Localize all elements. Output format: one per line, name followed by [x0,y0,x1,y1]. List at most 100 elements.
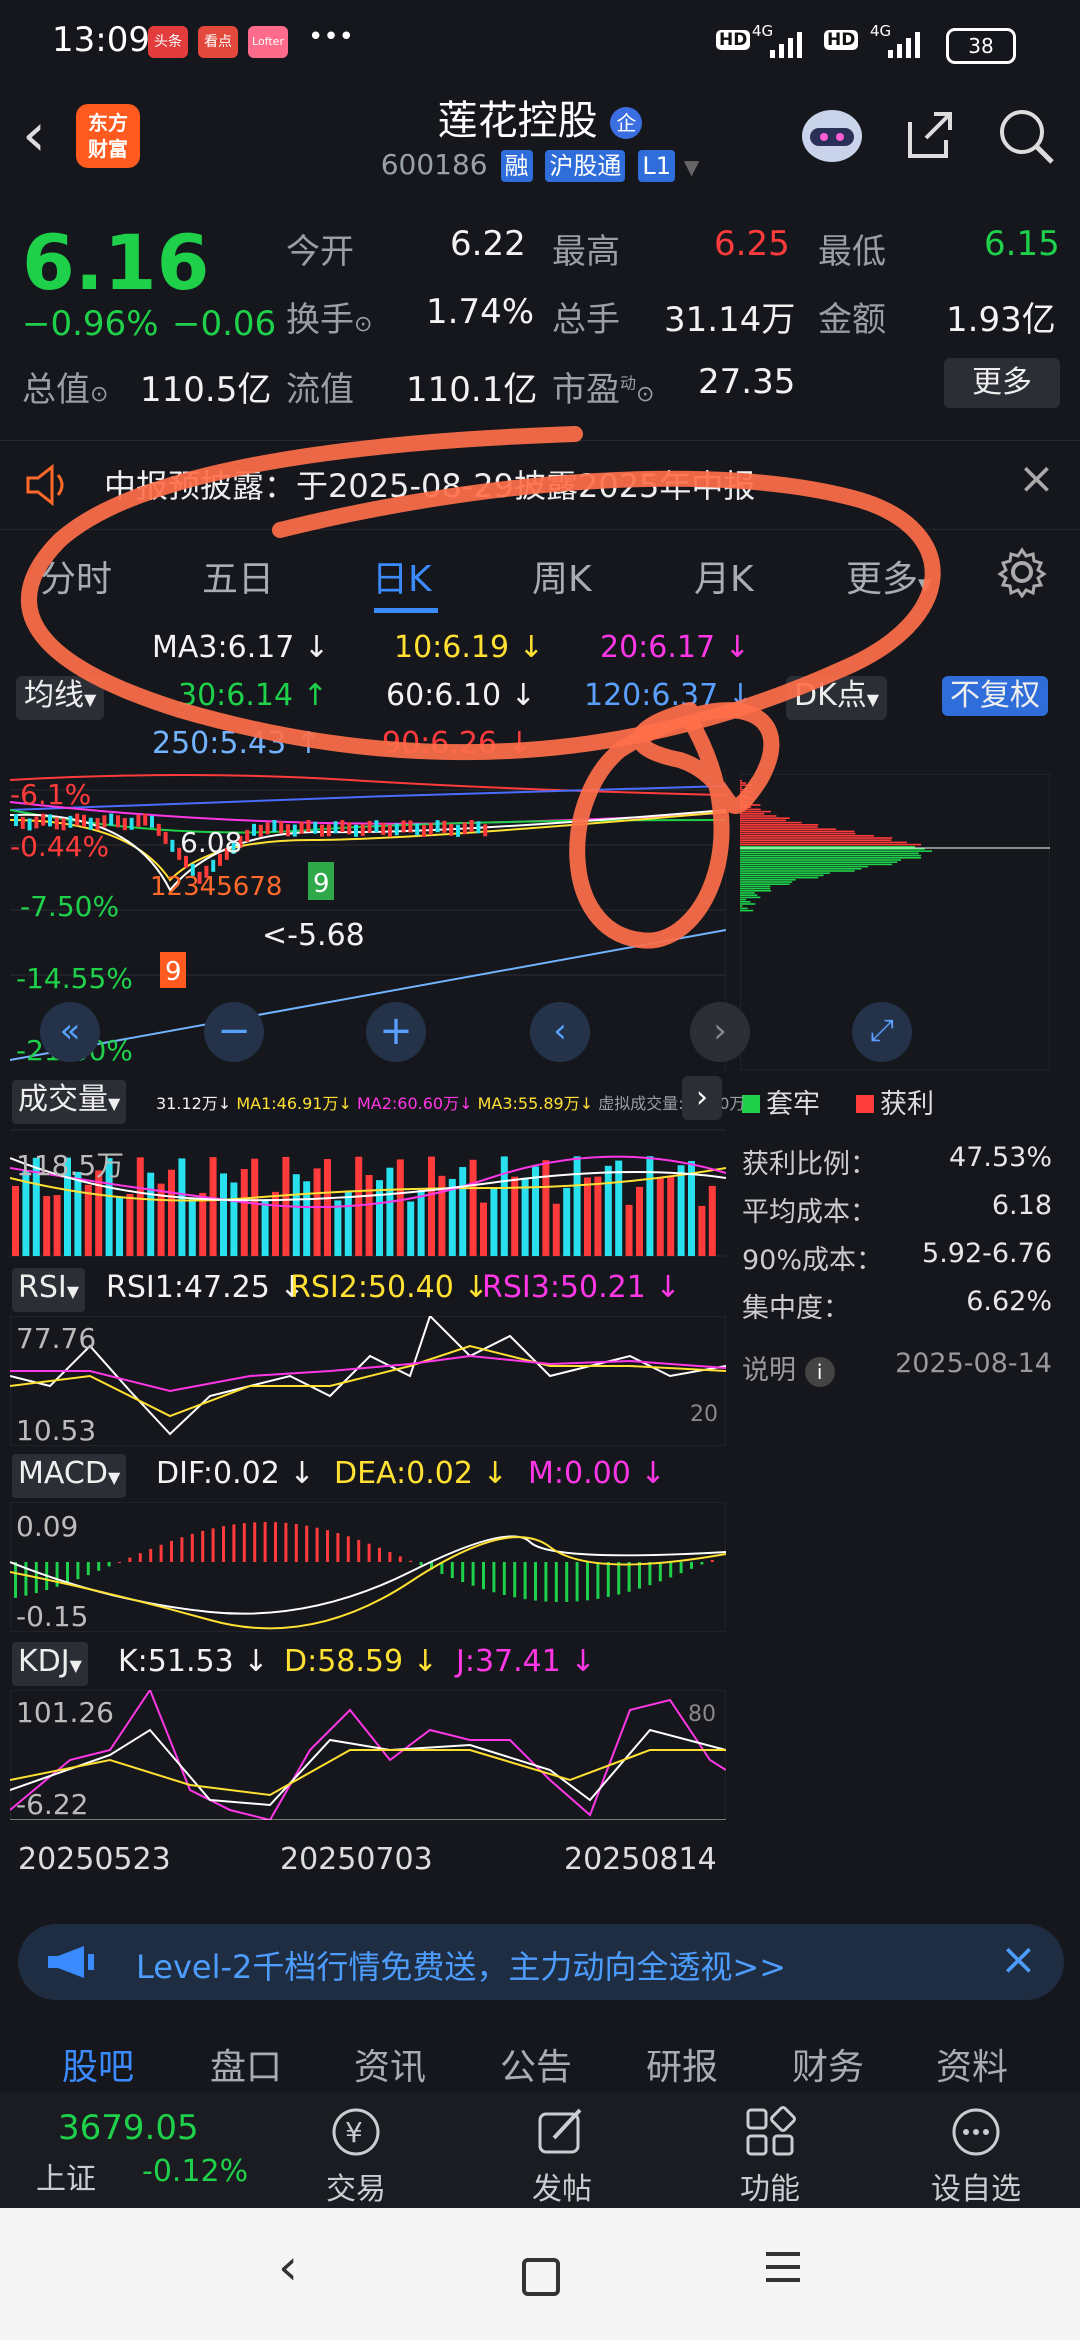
volume-bar [116,1197,123,1256]
macd-bar [76,1562,80,1580]
rsi-indicator-selector[interactable]: RSI▼ [12,1268,86,1312]
macd-bar [700,1562,704,1565]
macd-bar [232,1524,236,1562]
more-button[interactable]: 更多 [944,358,1060,408]
open-value: 6.22 [450,224,526,264]
volume-bar [251,1158,259,1256]
system-nav-bar: ‹ [0,2208,1080,2340]
tab-news[interactable]: 资讯 [354,2038,426,2090]
kdj-axis-right: 80 [688,1702,716,1727]
mktcap-label[interactable]: 总值⊙ [22,362,108,411]
volume-bar [594,1176,602,1256]
macd-bar [97,1562,101,1571]
app-notification-icon: 头条 [148,26,188,58]
turnover-label[interactable]: 换手⊙ [286,292,372,341]
volume-bar [584,1177,591,1256]
index-name[interactable]: 上证 [36,2154,96,2198]
volume-bar [615,1160,623,1256]
zoom-out-icon[interactable]: − [204,1002,264,1062]
change-amount: −0.06 [172,304,277,344]
volume-bar [344,1190,352,1256]
nav-back-icon[interactable]: ‹ [278,2238,298,2296]
macd-bar [315,1527,319,1562]
kdj-axis-bottom: -6.22 [16,1788,89,1821]
volume-bar [625,1204,633,1256]
tab-finance[interactable]: 财务 [792,2038,864,2090]
close-ad-icon[interactable]: × [1000,1934,1037,1985]
volume-indicator-selector[interactable]: 成交量▼ [12,1080,127,1124]
macd-axis-bottom: -0.15 [16,1600,89,1633]
volume-bar [386,1167,394,1256]
volume-bar [459,1167,467,1256]
stock-code: 600186 [380,148,488,181]
tab-orderbook[interactable]: 盘口 [210,2038,282,2090]
search-icon[interactable] [994,104,1058,168]
post-edit-icon[interactable] [532,2102,592,2162]
level-tag: L1 [638,150,675,182]
volume-label: 总手 [552,300,620,340]
index-change[interactable]: -0.12% [142,2154,248,2189]
volume-bar [428,1156,435,1256]
volume-bar [552,1203,560,1256]
nav-menu-icon[interactable] [766,2252,800,2282]
macd-bar [253,1522,257,1562]
zoom-in-icon[interactable]: + [366,1002,426,1062]
share-icon[interactable] [900,104,960,164]
macd-bar [346,1536,350,1562]
add-watchlist-icon[interactable] [946,2102,1006,2162]
rsi-chart [10,1316,726,1446]
macd-bar [242,1523,246,1562]
rsi-axis-right: 20 [690,1402,718,1427]
index-value[interactable]: 3679.05 [58,2108,199,2148]
macd-bar [627,1562,631,1592]
macd-bar [565,1562,569,1602]
functions-grid-icon[interactable] [740,2102,800,2162]
macd-bar [461,1562,465,1583]
hand-drawn-annotation [20,426,941,949]
macd-bar [523,1562,527,1600]
dock-post[interactable]: 发帖 [492,2164,632,2208]
scroll-right-icon[interactable]: › [690,1002,750,1062]
volume-bar [168,1169,175,1256]
macd-bar [398,1556,402,1562]
expand-right-icon[interactable]: › [682,1076,722,1120]
amount-label: 金额 [818,300,886,340]
robot-assistant-icon[interactable] [796,98,868,170]
macd-bar [450,1562,454,1579]
level2-ad-banner[interactable]: Level-2千档行情免费送，主力动向全透视>> × [18,1924,1064,2000]
svg-text:¥: ¥ [345,2116,363,2149]
scroll-left-icon[interactable]: ‹ [530,1002,590,1062]
dropdown-icon[interactable]: ▼ [684,155,699,179]
trade-yen-icon[interactable]: ¥ [326,2102,386,2162]
nav-home-icon[interactable] [522,2258,560,2296]
volume-bar [500,1156,508,1256]
macd-indicator-selector[interactable]: MACD▼ [12,1454,127,1498]
macd-bar [357,1539,361,1562]
macd-bar [149,1548,153,1562]
volume-bar [272,1191,279,1256]
amount-value: 1.93亿 [946,300,1056,340]
chip-note-row[interactable]: 说明 i 2025-08-14 [742,1348,1052,1387]
connect-tag: 沪股通 [545,150,626,182]
scroll-left-fast-icon[interactable]: « [40,1002,100,1062]
kdj-indicator-selector[interactable]: KDJ▼ [12,1642,88,1686]
change-percent: −0.96% [22,304,159,344]
macd-chart [10,1502,726,1632]
pe-label[interactable]: 市盈动⊙ [552,362,654,411]
tab-forum[interactable]: 股吧 [62,2038,134,2090]
macd-bar [658,1562,662,1582]
volume-bar [490,1188,498,1256]
fullscreen-icon[interactable]: ⤢ [852,1002,912,1062]
volume-bar [532,1166,539,1256]
dock-functions[interactable]: 功能 [700,2164,840,2208]
tab-announcements[interactable]: 公告 [500,2038,572,2090]
volume-value: 31.14万 [664,300,796,340]
macd-bar [648,1562,652,1586]
tab-research[interactable]: 研报 [646,2038,718,2090]
macd-bar [294,1524,298,1562]
volume-bar [542,1160,550,1256]
dock-add-watchlist[interactable]: 设自选 [906,2164,1046,2208]
float-value: 110.1亿 [406,370,538,410]
dock-trade[interactable]: 交易 [286,2164,426,2208]
tab-profile[interactable]: 资料 [936,2038,1008,2090]
